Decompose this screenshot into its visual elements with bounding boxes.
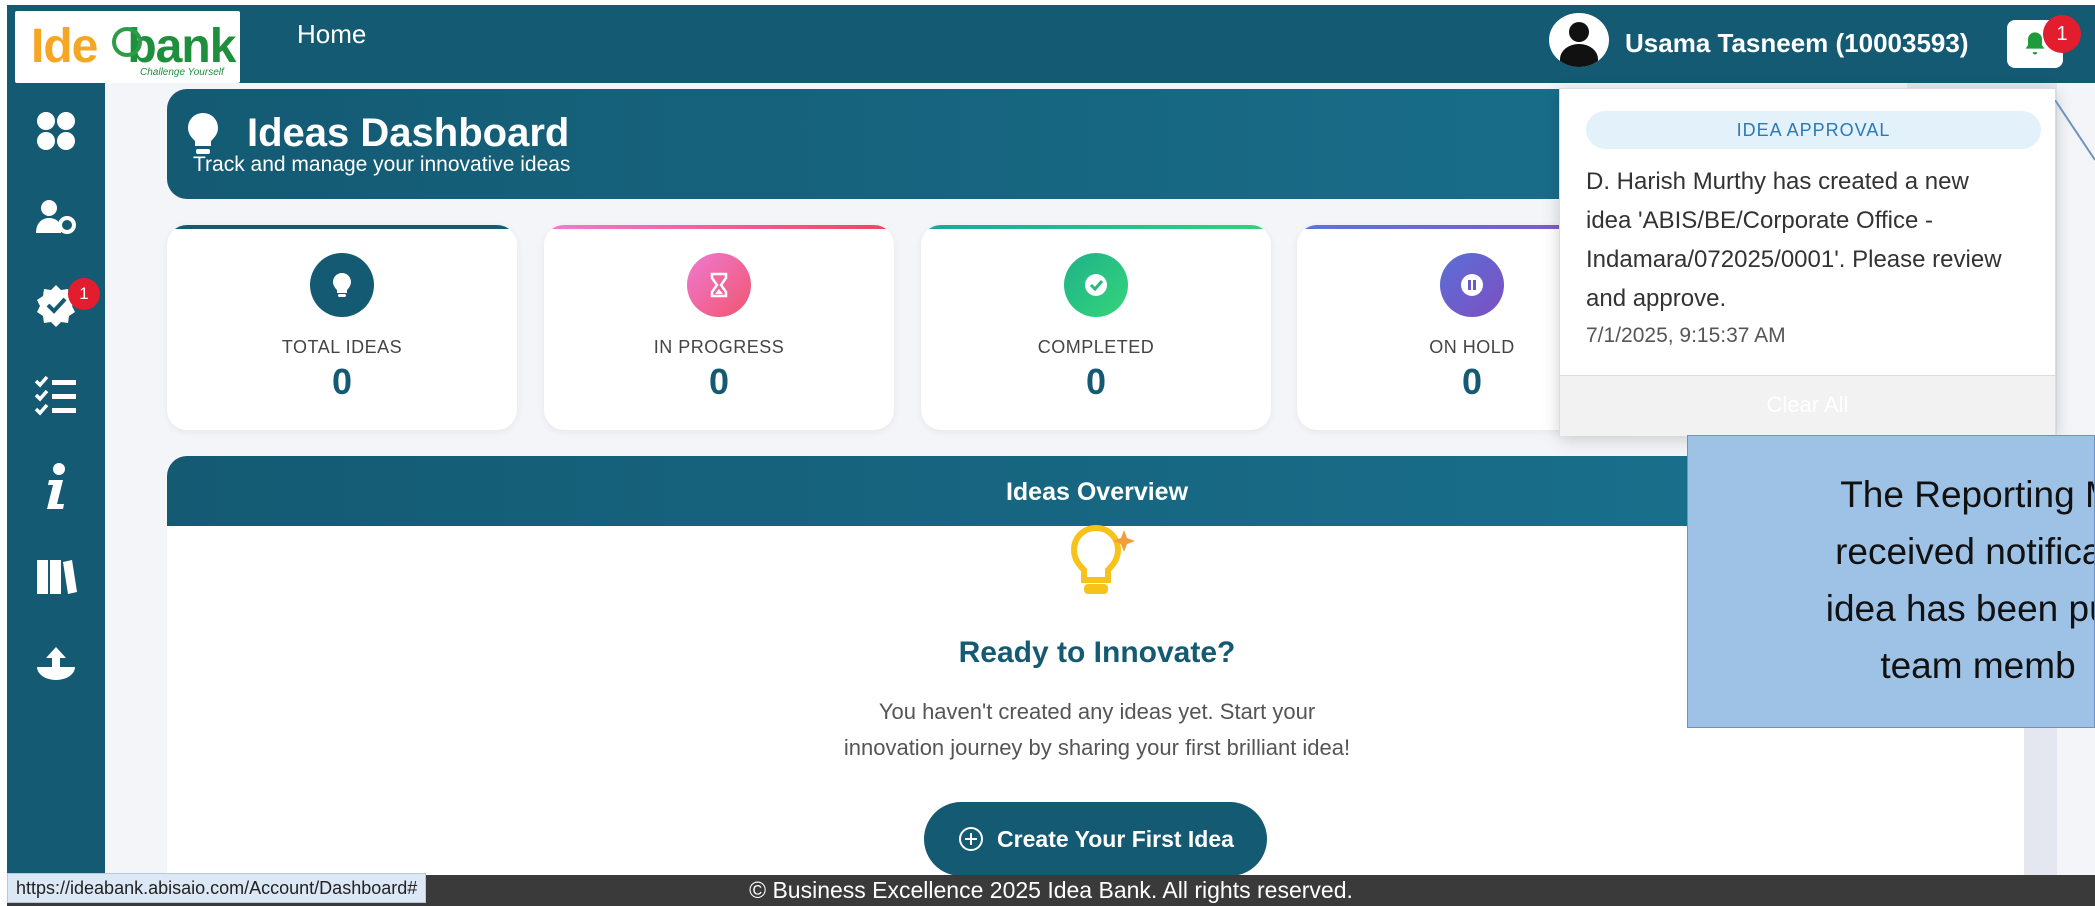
stat-value: 0 — [708, 361, 730, 402]
upload-icon — [37, 647, 75, 680]
sidebar-item-user-settings[interactable] — [7, 187, 105, 247]
browser-status-url: https://ideabank.abisaio.com/Account/Das… — [7, 873, 427, 903]
ideabank-logo[interactable]: Ide bank Challenge Yourself — [15, 11, 240, 83]
check-circle-icon — [1085, 274, 1107, 296]
stat-card-total-ideas: TOTAL IDEAS 0 — [167, 225, 517, 430]
sidebar-item-dashboard[interactable] — [7, 101, 105, 161]
notification-message[interactable]: D. Harish Murthy has created a new idea … — [1586, 162, 2044, 318]
user-avatar-icon[interactable] — [1549, 13, 1609, 67]
stat-value: 0 — [1085, 361, 1107, 402]
lightbulb-icon — [188, 113, 218, 154]
stat-label: IN PROGRESS — [653, 337, 785, 357]
plus-circle-icon — [959, 827, 984, 851]
hourglass-icon — [710, 272, 728, 298]
stat-card-completed: COMPLETED 0 — [921, 225, 1271, 430]
create-button-label: Create Your First Idea — [997, 825, 1234, 852]
stat-value: 0 — [331, 361, 353, 402]
clear-all-button[interactable]: Clear All — [1560, 392, 2055, 418]
logo-bulb-icon — [112, 27, 142, 57]
approvals-count-badge: 1 — [68, 278, 100, 310]
library-icon — [37, 560, 77, 594]
lightbulb-sparkle-icon — [1070, 524, 1135, 594]
sidebar-item-upload[interactable] — [7, 634, 105, 694]
task-list-icon — [34, 375, 76, 416]
callout-pointer-line — [2055, 100, 2095, 161]
info-icon — [47, 463, 65, 509]
notification-dropdown: IDEA APPROVAL D. Harish Murthy has creat… — [1559, 88, 2056, 436]
dashboard-grid-icon — [37, 112, 75, 150]
notification-footer: Clear All — [1560, 375, 2055, 436]
logo-tagline: Challenge Yourself — [140, 67, 224, 78]
page-title: Ideas Dashboard — [247, 111, 570, 155]
page-subtitle: Track and manage your innovative ideas — [193, 153, 571, 176]
user-name[interactable]: Usama Tasneem (10003593) — [1625, 28, 1969, 59]
nav-home-link[interactable]: Home — [297, 19, 366, 50]
stat-label: TOTAL IDEAS — [281, 337, 403, 357]
create-first-idea-button[interactable]: Create Your First Idea — [924, 802, 1267, 876]
callout-text: The Reporting M received notificati idea… — [1825, 474, 2095, 686]
sidebar-item-tasks[interactable] — [7, 366, 105, 426]
sidebar: 1 — [7, 83, 105, 875]
sidebar-item-library[interactable] — [7, 547, 105, 607]
stat-label: COMPLETED — [1037, 337, 1155, 357]
notification-timestamp: 7/1/2025, 9:15:37 AM — [1586, 324, 1786, 347]
annotation-callout: The Reporting M received notificati idea… — [1687, 435, 2095, 728]
stat-card-in-progress: IN PROGRESS 0 — [544, 225, 894, 430]
notification-count-badge: 1 — [2043, 15, 2081, 53]
lightbulb-icon — [333, 273, 351, 297]
sidebar-item-info[interactable] — [7, 457, 105, 517]
pause-icon — [1461, 274, 1483, 296]
notification-category-badge: IDEA APPROVAL — [1586, 111, 2041, 149]
user-settings-icon — [36, 200, 76, 234]
